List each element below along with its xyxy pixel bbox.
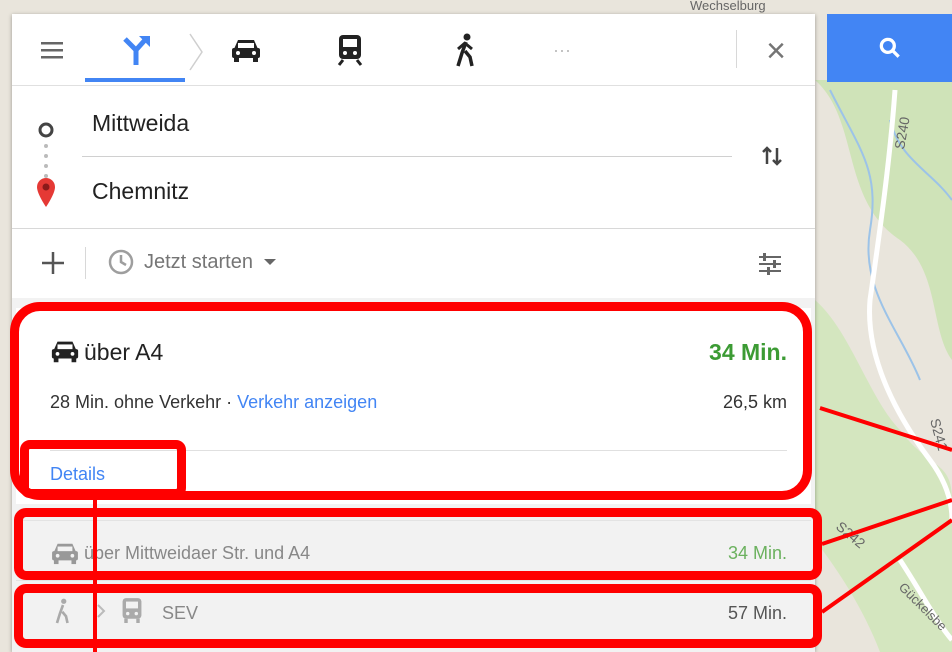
close-icon: × [766,31,786,70]
menu-icon [41,42,63,59]
walk-icon [456,33,474,67]
annotation-box-route-3 [14,584,822,648]
destination-pin-icon [37,178,55,207]
divider [85,247,86,279]
divider [82,156,732,157]
mode-best-route[interactable] [116,32,156,68]
travel-mode-bar: ··· × [12,14,815,86]
origin-field[interactable]: Mittweida [92,110,189,137]
route-fork-icon [123,36,150,65]
plus-icon [42,252,64,274]
origin-circle-icon [38,122,54,138]
sliders-icon [759,253,781,275]
route-options-row: Jetzt starten [12,228,815,299]
mode-more[interactable]: ··· [542,32,582,68]
active-mode-indicator [85,78,185,82]
swap-button[interactable] [752,138,792,174]
departure-label: Jetzt starten [144,250,253,273]
route-options-button[interactable] [750,247,790,281]
train-icon [337,35,363,66]
swap-arrows-icon [762,146,782,166]
mode-transit[interactable] [330,32,370,68]
close-button[interactable]: × [756,31,796,70]
divider [736,30,737,68]
departure-time-dropdown[interactable]: Jetzt starten [108,249,277,275]
annotation-box-route-2 [14,508,822,580]
search-icon [879,37,900,58]
chevron-right-icon [189,33,203,71]
map-label: Wechselburg [690,0,766,13]
annotation-box-details [20,440,186,498]
mode-car[interactable] [226,32,266,68]
add-destination-button[interactable] [38,243,68,283]
caret-down-icon [263,259,276,265]
destination-field[interactable]: Chemnitz [92,178,189,205]
menu-button[interactable] [32,32,72,68]
mode-walk[interactable] [446,32,486,68]
clock-icon [108,249,134,275]
search-button[interactable] [827,14,952,82]
waypoint-inputs: Mittweida Chemnitz [12,86,815,226]
more-label: ··· [553,39,571,60]
car-icon [232,40,260,62]
